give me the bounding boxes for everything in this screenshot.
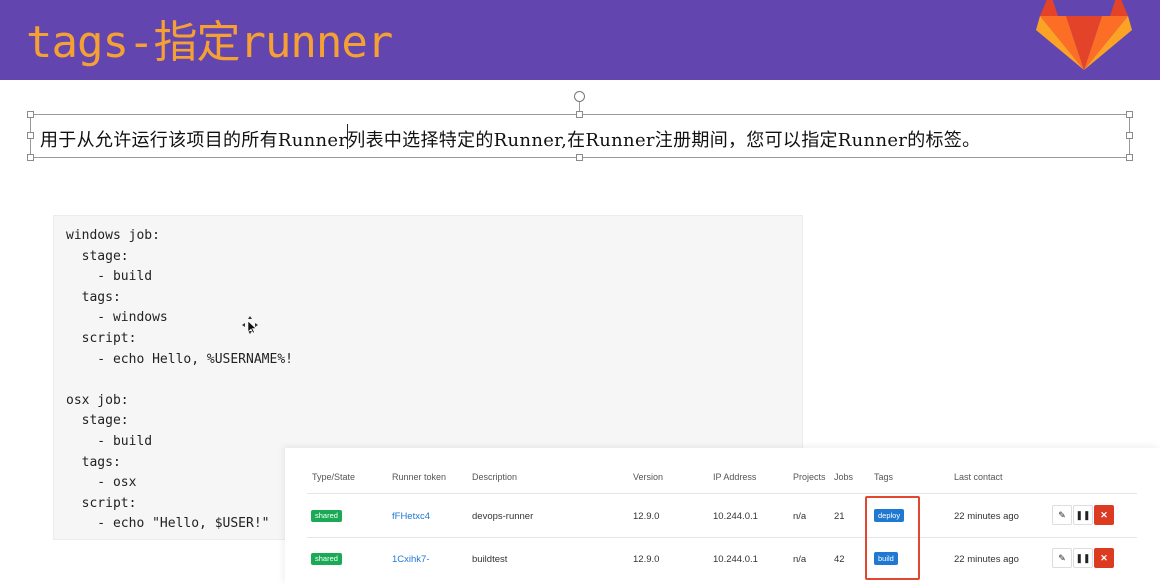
runner-ip: 10.244.0.1 bbox=[713, 511, 758, 522]
resize-handle-sw[interactable] bbox=[27, 154, 34, 161]
code-line: stage: bbox=[66, 248, 129, 264]
code-line: windows job: bbox=[66, 228, 160, 243]
status-badge: shared bbox=[311, 510, 342, 522]
runner-projects: n/a bbox=[793, 511, 807, 522]
pause-runner-button[interactable]: ❚❚ bbox=[1073, 505, 1093, 525]
remove-runner-button[interactable]: ✕ bbox=[1094, 548, 1114, 568]
runners-table: Type/State Runner token Description Vers… bbox=[285, 448, 1160, 585]
resize-handle-ne[interactable] bbox=[1126, 111, 1133, 118]
runner-token-link[interactable]: 1Cxihk7- bbox=[392, 554, 430, 565]
runner-version: 12.9.0 bbox=[633, 511, 660, 522]
resize-handle-e[interactable] bbox=[1126, 132, 1133, 139]
code-line: - echo "Hello, $USER!" bbox=[66, 516, 270, 532]
code-line: tags: bbox=[66, 289, 121, 305]
slide-header: tags-指定runner bbox=[0, 0, 1160, 80]
remove-runner-button[interactable]: ✕ bbox=[1094, 505, 1114, 525]
gitlab-fox-icon bbox=[1036, 0, 1132, 70]
rotate-handle-icon[interactable] bbox=[574, 91, 585, 102]
slide-title: tags-指定runner bbox=[26, 17, 393, 68]
code-line: stage: bbox=[66, 413, 129, 429]
intro-text[interactable]: 用于从允许运行该项目的所有Runner列表中选择特定的Runner,在Runne… bbox=[40, 126, 980, 152]
edit-runner-button[interactable]: ✎ bbox=[1052, 505, 1072, 525]
runner-description: devops-runner bbox=[472, 511, 534, 522]
edit-runner-button[interactable]: ✎ bbox=[1052, 548, 1072, 568]
col-header-tags: Tags bbox=[874, 472, 894, 482]
runner-token-link[interactable]: fFHetxc4 bbox=[392, 511, 430, 522]
runner-ip: 10.244.0.1 bbox=[713, 554, 758, 565]
resize-handle-nw[interactable] bbox=[27, 111, 34, 118]
col-header-type: Type/State bbox=[312, 472, 356, 482]
code-line: - osx bbox=[66, 475, 137, 491]
row-divider bbox=[307, 537, 1137, 538]
col-header-jobs: Jobs bbox=[834, 472, 854, 482]
code-line: - echo Hello, %USERNAME%! bbox=[66, 351, 293, 367]
runner-jobs: 42 bbox=[834, 554, 845, 565]
col-header-description: Description bbox=[472, 472, 518, 482]
code-line: - build bbox=[66, 433, 153, 449]
col-header-token: Runner token bbox=[392, 472, 447, 482]
resize-handle-se[interactable] bbox=[1126, 154, 1133, 161]
code-line: - build bbox=[66, 269, 153, 285]
runner-version: 12.9.0 bbox=[633, 554, 660, 565]
row-divider bbox=[307, 493, 1137, 494]
runner-projects: n/a bbox=[793, 554, 807, 565]
runner-last-contact: 22 minutes ago bbox=[954, 511, 1019, 522]
code-line: script: bbox=[66, 330, 137, 346]
col-header-version: Version bbox=[633, 472, 664, 482]
runner-last-contact: 22 minutes ago bbox=[954, 554, 1019, 565]
code-line: tags: bbox=[66, 454, 121, 470]
col-header-ip: IP Address bbox=[713, 472, 757, 482]
text-caret bbox=[347, 124, 348, 149]
resize-handle-s[interactable] bbox=[576, 154, 583, 161]
code-line: - windows bbox=[66, 310, 168, 326]
move-cursor-icon bbox=[242, 316, 258, 334]
resize-handle-n[interactable] bbox=[576, 111, 583, 118]
code-block: windows job: stage: - build tags: - wind… bbox=[66, 226, 293, 535]
resize-handle-w[interactable] bbox=[27, 132, 34, 139]
col-header-projects: Projects bbox=[793, 472, 826, 482]
runner-jobs: 21 bbox=[834, 511, 845, 522]
pause-runner-button[interactable]: ❚❚ bbox=[1073, 548, 1093, 568]
runner-description: buildtest bbox=[472, 554, 508, 565]
tags-highlight-box bbox=[865, 496, 920, 580]
status-badge: shared bbox=[311, 553, 342, 565]
code-line: osx job: bbox=[66, 392, 129, 408]
code-line: script: bbox=[66, 495, 137, 511]
col-header-last-contact: Last contact bbox=[954, 472, 1003, 482]
